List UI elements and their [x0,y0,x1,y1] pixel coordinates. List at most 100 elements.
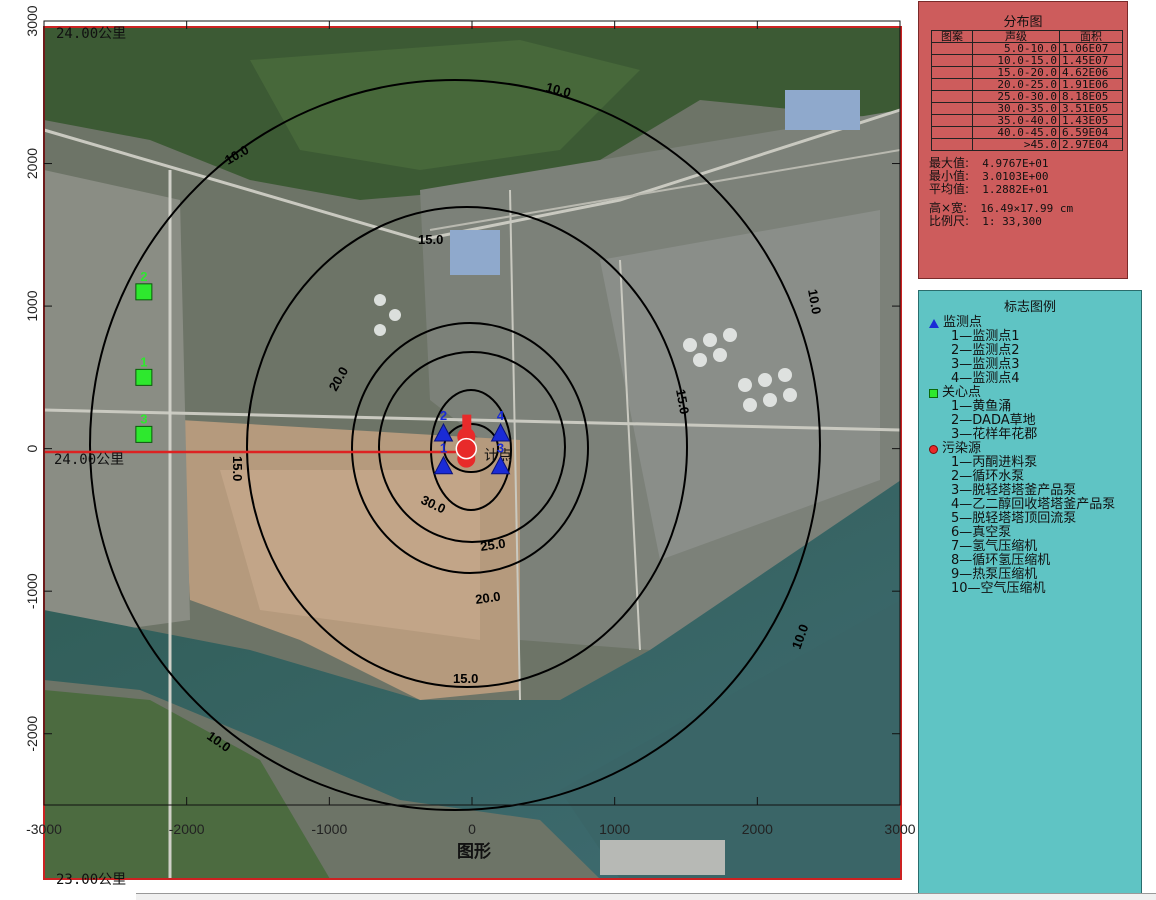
sensitive-point-label: 1 [140,354,147,369]
pattern-cell [931,42,973,55]
sensitive-point-label: 3 [140,411,147,426]
area-cell: 1.45E07 [1059,54,1123,67]
distribution-stats: 最大值: 4.9767E+01 最小值: 3.0103E+00 平均值: 1.2… [929,157,1127,229]
monitoring-point-label: 4 [497,408,505,423]
pattern-cell [931,126,973,139]
legend-group-name: 污染源 [942,441,982,456]
monitoring-point-label: 2 [440,408,447,423]
area-cell: 3.51E05 [1059,102,1123,115]
legend-item: 9—热泵压缩机 [951,567,1038,582]
table-row: 5.0-10.0 1.06E07 [931,42,1123,55]
legend-item: 2—循环水泵 [951,469,1025,484]
dot-marker-icon [929,444,938,454]
legend-group: 关心点 1—黄鱼涌 2—DADA草地 3—花样年花郡 [929,386,1141,442]
legend-item: 5—脱轻塔塔顶回流泵 [951,511,1077,526]
col-level: 声级 [972,30,1060,43]
y-tick-label: 1000 [24,290,40,321]
stat-avg: 平均值: 1.2882E+01 [929,182,1049,197]
level-cell: >45.0 [972,138,1060,151]
triangle-marker-icon [929,318,939,328]
x-axis-title: 图形 [457,841,491,862]
level-cell: 25.0-30.0 [972,90,1060,103]
monitoring-point-label: 1 [440,441,447,456]
level-cell: 30.0-35.0 [972,102,1060,115]
legend-item: 4—乙二醇回收塔塔釜产品泵 [951,497,1116,512]
sensitive-point-marker [135,425,153,443]
legend-item: 1—黄鱼涌 [951,399,1012,414]
legend-item: 6—真空泵 [951,525,1012,540]
legend-item: 7—氢气压缩机 [951,539,1038,554]
table-row: 40.0-45.0 6.59E04 [931,126,1123,139]
y-tick-label: 3000 [24,5,40,36]
legend-item: 3—脱轻塔塔釜产品泵 [951,483,1077,498]
area-cell: 4.62E06 [1059,66,1123,79]
legend-item: 8—循环氢压缩机 [951,553,1051,568]
x-tick-label: 0 [468,821,476,837]
legend-item: 10—空气压缩机 [951,581,1046,596]
col-area: 面积 [1059,30,1123,43]
distribution-panel: 分布图 图案 声级 面积 5.0-10.0 1.06E07 10.0-15.0 1.4… [918,1,1128,279]
legend-item: 3—监测点3 [951,357,1020,372]
legend-group-header: 污染源 [929,442,1141,456]
monitoring-point-label: 3 [497,441,504,456]
contour-label: 15.0 [418,232,443,247]
legend-group-name: 关心点 [942,385,982,400]
distribution-title: 分布图 [1003,15,1043,30]
pattern-cell [931,90,973,103]
legend-item: 1—丙酮进料泵 [951,455,1038,470]
x-tick-label: 3000 [884,821,915,837]
distribution-table: 图案 声级 面积 5.0-10.0 1.06E07 10.0-15.0 1.45E07… [931,30,1123,151]
x-tick-label: -1000 [311,821,347,837]
x-tick-label: -3000 [26,821,62,837]
legend-item: 2—DADA草地 [951,413,1036,428]
legend-groups: 监测点 1—监测点1 2—监测点2 3—监测点3 4—监测点4 关心点 1—黄鱼涌 2—DAD… [919,316,1141,596]
legend-title: 标志图例 [1003,300,1056,315]
area-cell: 6.59E04 [1059,126,1123,139]
legend-group-name: 监测点 [943,315,983,330]
table-row: 30.0-35.0 3.51E05 [931,102,1123,115]
area-cell: 8.18E05 [1059,90,1123,103]
level-cell: 40.0-45.0 [972,126,1060,139]
marker-legend-panel: 标志图例 监测点 1—监测点1 2—监测点2 3—监测点3 4—监测点4 关心点 1—黄鱼涌… [918,290,1142,899]
level-cell: 10.0-15.0 [972,54,1060,67]
legend-group: 监测点 1—监测点1 2—监测点2 3—监测点3 4—监测点4 [929,316,1141,386]
area-cell: 1.06E07 [1059,42,1123,55]
x-tick-label: 1000 [599,821,630,837]
area-cell: 1.43E05 [1059,114,1123,127]
contour-label: 15.0 [230,456,245,481]
pattern-cell [931,66,973,79]
table-header-row: 图案 声级 面积 [931,30,1123,43]
stat-scale: 比例尺: 1: 33,300 [929,214,1042,229]
level-cell: 20.0-25.0 [972,78,1060,91]
legend-group-header: 关心点 [929,386,1141,400]
left-distance-note: 24.00公里 [54,452,124,468]
pattern-cell [931,114,973,127]
table-row: 10.0-15.0 1.45E07 [931,54,1123,67]
pattern-cell [931,54,973,67]
contour-label: 15.0 [453,671,478,686]
table-row: 25.0-30.0 8.18E05 [931,90,1123,103]
col-pattern: 图案 [931,30,973,43]
table-row: >45.0 2.97E04 [931,138,1123,151]
sensitive-point-label: 2 [140,269,147,284]
x-tick-label: -2000 [169,821,205,837]
table-row: 20.0-25.0 1.91E06 [931,78,1123,91]
table-row: 35.0-40.0 1.43E05 [931,114,1123,127]
table-row: 15.0-20.0 4.62E06 [931,66,1123,79]
pattern-cell [931,138,973,151]
square-marker-icon [929,388,938,398]
y-tick-label: 0 [24,445,40,453]
legend-item: 1—监测点1 [951,329,1020,344]
bottom-distance-note: 23.00公里 [56,872,126,888]
y-tick-label: 2000 [24,148,40,179]
legend-item: 4—监测点4 [951,371,1020,386]
sensitive-point-marker [135,368,153,386]
legend-group: 污染源 1—丙酮进料泵 2—循环水泵 3—脱轻塔塔釜产品泵 4—乙二醇回收塔塔釜产品泵 5… [929,442,1141,596]
y-tick-label: -1000 [24,573,40,609]
pattern-cell [931,102,973,115]
level-cell: 5.0-10.0 [972,42,1060,55]
level-cell: 15.0-20.0 [972,66,1060,79]
y-tick-label: -2000 [24,716,40,752]
level-cell: 35.0-40.0 [972,114,1060,127]
x-tick-label: 2000 [742,821,773,837]
